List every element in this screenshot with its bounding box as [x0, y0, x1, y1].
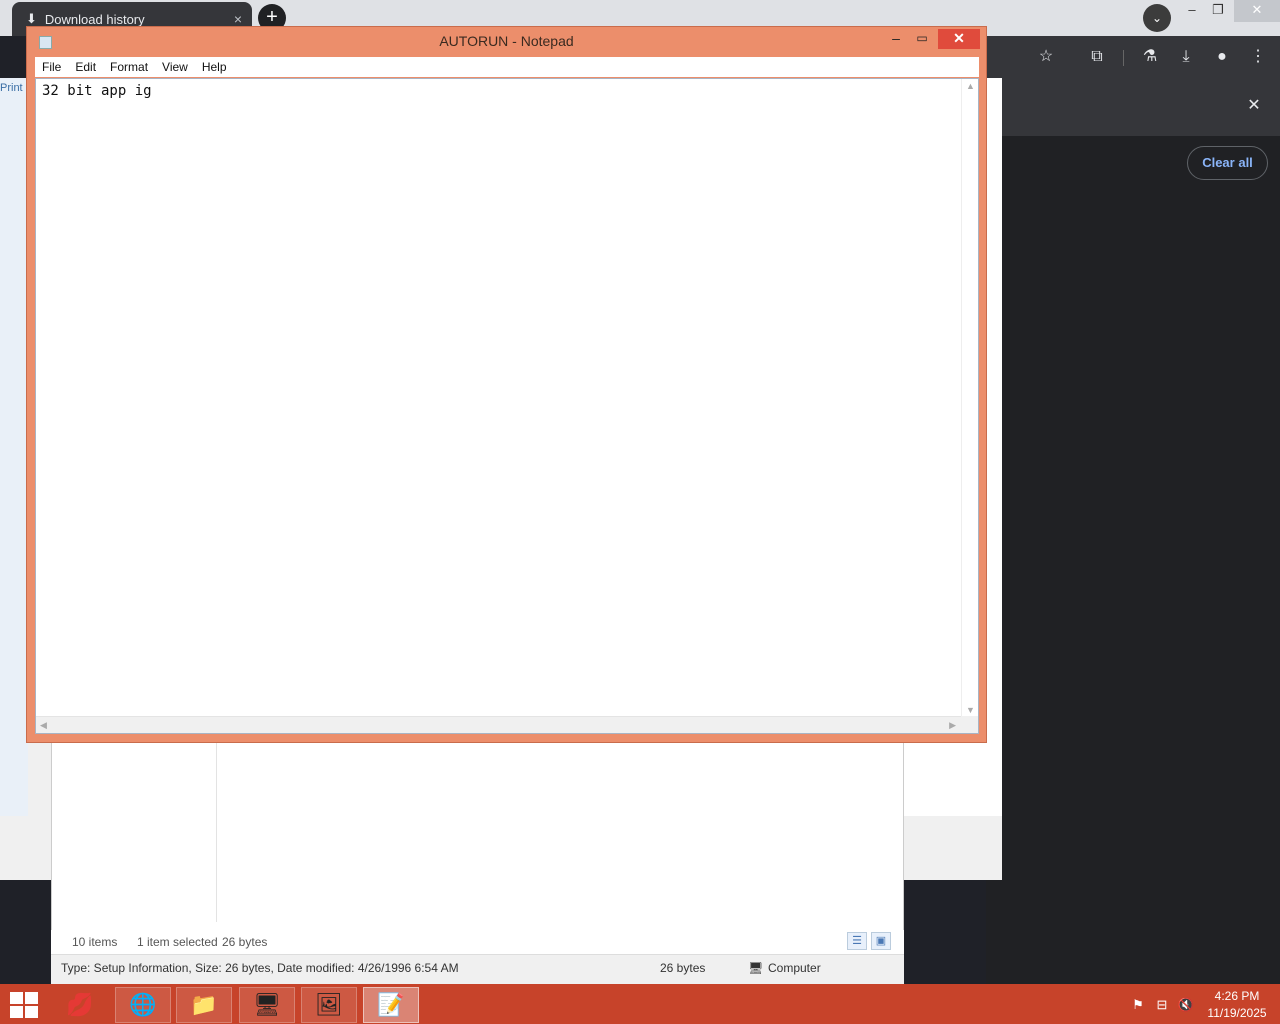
network-icon[interactable]: ⊟ [1153, 996, 1171, 1014]
tab-search-dropdown-icon[interactable]: ⌄ [1143, 4, 1171, 32]
volume-muted-icon[interactable]: 🔇 [1177, 996, 1195, 1014]
notepad-title: AUTORUN - Notepad [439, 33, 574, 49]
browser-restore-button[interactable]: ❐ [1206, 0, 1230, 22]
vertical-scrollbar[interactable]: ▲ ▼ [961, 79, 978, 717]
notepad-menubar: File Edit Format View Help [35, 57, 979, 77]
items-count: 10 items [72, 935, 118, 949]
toolbar-separator [1123, 50, 1124, 66]
explorer-ribbon-strip [0, 78, 28, 816]
selected-info: 1 item selected [137, 935, 218, 949]
downloads-icon[interactable]: ⤓ [1175, 46, 1197, 68]
taskbar-browser-icon[interactable]: 🌐 [115, 987, 171, 1023]
explorer-right-bottom [904, 816, 1002, 880]
clear-all-button[interactable]: Clear all [1187, 146, 1268, 180]
tab-title: Download history [44, 11, 145, 27]
downloads-header [986, 80, 1280, 136]
scroll-up-icon[interactable]: ▲ [966, 81, 975, 91]
scroll-down-icon[interactable]: ▼ [966, 705, 975, 715]
clock-date: 11/19/2025 [1207, 1006, 1267, 1020]
notepad-close-button[interactable]: ✕ [938, 29, 980, 49]
bookmark-star-icon[interactable]: ☆ [1035, 46, 1057, 68]
system-clock[interactable]: 4:26 PM 11/19/2025 [1200, 988, 1274, 1022]
menu-format[interactable]: Format [103, 57, 155, 77]
browser-toolbar [986, 36, 1280, 80]
taskbar-control-panel-icon[interactable]: 🖥 [239, 987, 295, 1023]
profile-avatar-icon[interactable]: ● [1211, 46, 1233, 68]
action-center-flag-icon[interactable]: ⚑ [1129, 996, 1147, 1014]
selected-size: 26 bytes [222, 935, 268, 949]
resize-grip-icon[interactable] [961, 716, 978, 733]
taskbar-notepad-icon[interactable]: 📝 [363, 987, 419, 1023]
close-search-icon[interactable]: ✕ [1244, 96, 1264, 116]
details-view-icon[interactable]: ☰ [847, 932, 867, 950]
menu-help[interactable]: Help [195, 57, 234, 77]
clock-time: 4:26 PM [1214, 989, 1260, 1003]
scroll-left-icon[interactable]: ◀ [40, 720, 47, 731]
notepad-content[interactable]: 32 bit app ig [42, 83, 152, 99]
large-icons-view-icon[interactable]: ▣ [871, 932, 891, 950]
taskbar-app-1-icon[interactable]: 💋 [52, 987, 108, 1023]
start-windows-icon[interactable] [8, 990, 38, 1018]
download-icon: ⬇ [26, 11, 37, 26]
scroll-right-icon[interactable]: ▶ [949, 720, 956, 731]
menu-kebab-icon[interactable]: ⋮ [1247, 46, 1269, 68]
explorer-status-bar: 10 items 1 item selected 26 bytes [51, 930, 904, 954]
menu-edit[interactable]: Edit [68, 57, 103, 77]
notepad-maximize-button[interactable]: ▭ [911, 29, 933, 49]
downloads-content [986, 136, 1280, 986]
notepad-text-area[interactable]: 32 bit app ig ▲ ▼ ◀ ▶ [35, 78, 979, 734]
taskbar-file-explorer-icon[interactable]: 📁 [176, 987, 232, 1023]
notepad-minimize-button[interactable]: – [885, 29, 907, 49]
explorer-details-bar: Type: Setup Information, Size: 26 bytes,… [51, 954, 904, 984]
print-label[interactable]: Print [0, 82, 23, 94]
tab-close-icon[interactable]: × [234, 11, 242, 27]
computer-icon: 🖥 [748, 961, 764, 975]
extensions-icon[interactable]: ⧉ [1086, 46, 1108, 68]
menu-view[interactable]: View [155, 57, 195, 77]
taskbar-photos-icon[interactable]: 🖼 [301, 987, 357, 1023]
file-details: Type: Setup Information, Size: 26 bytes,… [61, 961, 459, 975]
labs-flask-icon[interactable]: ⚗ [1139, 46, 1161, 68]
menu-file[interactable]: File [35, 57, 68, 77]
horizontal-scrollbar[interactable]: ◀ ▶ [36, 716, 962, 733]
details-size: 26 bytes [660, 961, 706, 975]
notepad-window[interactable]: AUTORUN - Notepad – ▭ ✕ File Edit Format… [26, 26, 987, 743]
browser-close-button[interactable]: ✕ [1234, 0, 1280, 22]
browser-minimize-button[interactable]: – [1180, 0, 1204, 22]
details-location: Computer [768, 961, 821, 975]
explorer-pane-divider[interactable] [216, 742, 217, 922]
